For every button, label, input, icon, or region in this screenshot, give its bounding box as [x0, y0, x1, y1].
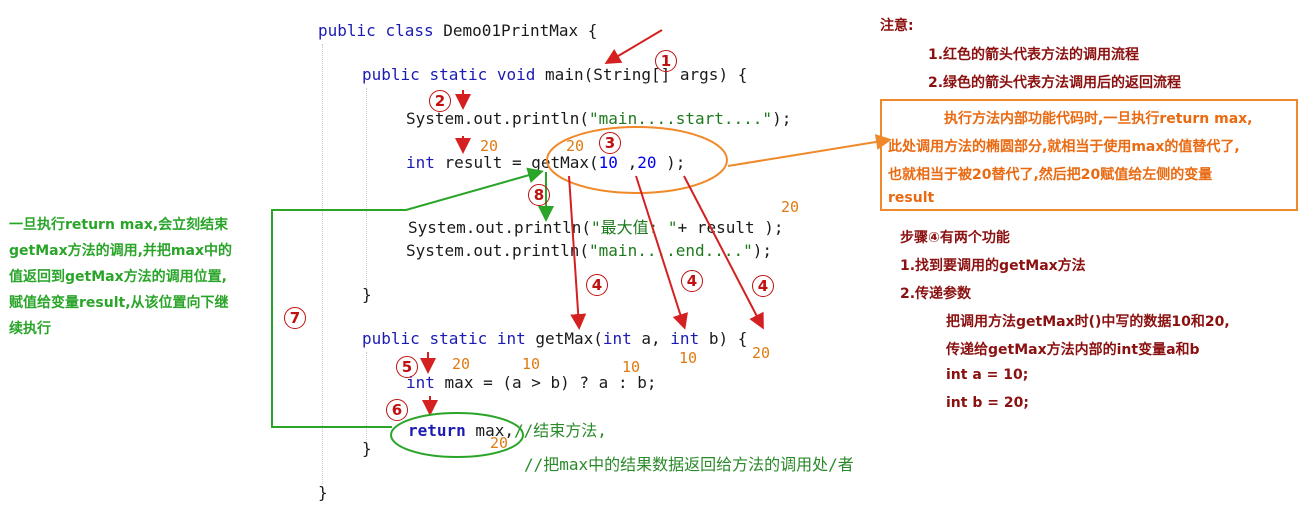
step4-line-2: 2.传递参数: [900, 286, 972, 302]
return-explanation-line-1: 一旦执行return max,会立刻结束: [9, 217, 229, 233]
step-marker-2: 2: [429, 90, 451, 112]
step-marker-3: 3: [599, 132, 621, 154]
return-explanation-line-4: 赋值给变量result,从该位置向下继: [9, 295, 229, 311]
step-marker-4c: 4: [752, 275, 774, 297]
step4-title: 步骤④有两个功能: [900, 230, 1010, 246]
step-marker-4a: 4: [586, 274, 608, 296]
explanation-box: 执行方法内部功能代码时,一旦执行return max, 此处调用方法的椭圆部分,…: [880, 99, 1298, 211]
step4-line-1: 1.找到要调用的getMax方法: [900, 258, 1086, 274]
step-marker-4b: 4: [681, 270, 703, 292]
return-explanation-line-3: 值返回到getMax方法的调用位置,: [9, 269, 227, 285]
step-marker-6: 6: [386, 399, 408, 421]
step4-line-6: int b = 20;: [946, 395, 1029, 411]
return-explanation-line-5: 续执行: [9, 321, 51, 337]
return-explanation-line-2: getMax方法的调用,并把max中的: [9, 243, 233, 259]
step4-line-5: int a = 10;: [946, 367, 1029, 383]
step-marker-8: 8: [528, 184, 550, 206]
step-marker-7: 7: [284, 307, 306, 329]
notes-title: 注意:: [880, 18, 914, 34]
notes-line-2: 2.绿色的箭头代表方法调用后的返回流程: [928, 75, 1182, 91]
step4-line-3: 把调用方法getMax时()中写的数据10和20,: [946, 314, 1230, 330]
return-explanation: 一旦执行return max,会立刻结束 getMax方法的调用,并把max中的…: [9, 212, 232, 342]
explanation-line-3: 也就相当于被20替代了,然后把20赋值给左侧的变量: [888, 167, 1213, 183]
explanation-line-1: 执行方法内部功能代码时,一旦执行return max,: [944, 111, 1253, 127]
explanation-line-4: result: [888, 190, 935, 206]
step4-line-4: 传递给getMax方法内部的int变量a和b: [946, 342, 1200, 358]
step-marker-5: 5: [396, 356, 418, 378]
explanation-line-2: 此处调用方法的椭圆部分,就相当于使用max的值替代了,: [888, 139, 1240, 155]
step-marker-1: 1: [655, 50, 677, 72]
notes-line-1: 1.红色的箭头代表方法的调用流程: [928, 47, 1140, 63]
